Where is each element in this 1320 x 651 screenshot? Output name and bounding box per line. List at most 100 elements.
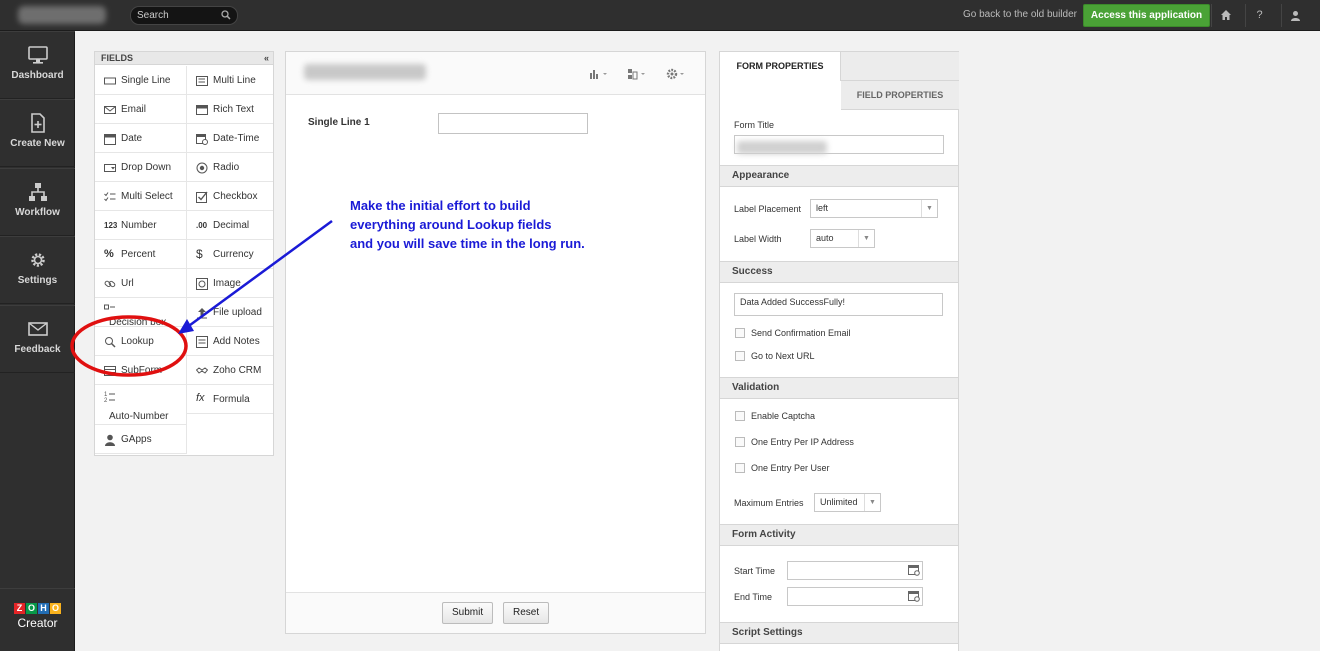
left-navigation: Dashboard Create New Workflow Settings F… bbox=[0, 31, 75, 651]
user-icon bbox=[105, 434, 115, 446]
tab-field-properties[interactable]: FIELD PROPERTIES bbox=[841, 81, 959, 110]
help-icon[interactable]: ? bbox=[1245, 4, 1273, 27]
success-header[interactable]: Success bbox=[720, 261, 958, 283]
field-date-time[interactable]: Date-Time bbox=[187, 124, 273, 153]
layout-icon[interactable] bbox=[627, 68, 651, 82]
chevron-down-icon: ▼ bbox=[921, 200, 937, 217]
notes-icon bbox=[196, 336, 208, 348]
link-icon bbox=[104, 280, 116, 288]
captcha-checkbox[interactable] bbox=[735, 411, 745, 421]
success-message-textarea[interactable]: Data Added SuccessFully! bbox=[734, 293, 943, 316]
annotation-line: everything around Lookup fields bbox=[350, 217, 552, 232]
appearance-header[interactable]: Appearance bbox=[720, 165, 958, 187]
field-number[interactable]: 123 Number bbox=[95, 211, 187, 240]
nav-settings[interactable]: Settings bbox=[0, 236, 75, 304]
svg-text:2: 2 bbox=[104, 398, 108, 402]
gear-icon bbox=[30, 253, 45, 267]
label-width-select[interactable]: auto ▼ bbox=[810, 229, 875, 248]
search-icon[interactable] bbox=[221, 10, 231, 20]
per-ip-checkbox[interactable] bbox=[735, 437, 745, 447]
formula-icon: fx bbox=[196, 392, 205, 404]
annotation-line: Make the initial effort to build bbox=[350, 198, 531, 213]
max-entries-select[interactable]: Unlimited ▼ bbox=[814, 493, 881, 512]
access-application-button[interactable]: Access this application bbox=[1083, 4, 1210, 27]
field-url[interactable]: Url bbox=[95, 269, 187, 298]
field-label: Add Notes bbox=[213, 336, 260, 347]
form-activity-header[interactable]: Form Activity bbox=[720, 524, 958, 546]
envelope-icon bbox=[27, 322, 48, 336]
start-time-input[interactable] bbox=[787, 561, 923, 580]
field-label: Zoho CRM bbox=[213, 365, 262, 376]
field-percent[interactable]: % Percent bbox=[95, 240, 187, 269]
field-subform[interactable]: SubForm bbox=[95, 356, 187, 385]
zoho-creator-logo[interactable]: Z O H O Creator bbox=[0, 588, 75, 651]
calendar-icon[interactable] bbox=[908, 564, 920, 576]
send-email-checkbox[interactable] bbox=[735, 328, 745, 338]
field-label: Image bbox=[213, 278, 241, 289]
field-currency[interactable]: $ Currency bbox=[187, 240, 273, 269]
reset-button[interactable]: Reset bbox=[503, 602, 550, 624]
field-auto-number[interactable]: 12 Auto-Number bbox=[95, 385, 187, 425]
field-checkbox[interactable]: Checkbox bbox=[187, 182, 273, 211]
form-canvas: Single Line 1 Submit Reset bbox=[285, 51, 706, 634]
field-drop-down[interactable]: Drop Down bbox=[95, 153, 187, 182]
field-label: Date bbox=[121, 133, 143, 144]
nav-feedback[interactable]: Feedback bbox=[0, 305, 75, 373]
upload-icon bbox=[197, 308, 207, 319]
end-time-input[interactable] bbox=[787, 587, 923, 606]
nav-dashboard[interactable]: Dashboard bbox=[0, 31, 75, 99]
field-date[interactable]: Date bbox=[95, 124, 187, 153]
submit-button[interactable]: Submit bbox=[442, 602, 494, 624]
app-logo[interactable] bbox=[18, 6, 106, 24]
field-decimal[interactable]: .00 Decimal bbox=[187, 211, 273, 240]
field-label: SubForm bbox=[121, 365, 163, 376]
nav-workflow[interactable]: Workflow bbox=[0, 168, 75, 236]
per-user-checkbox[interactable] bbox=[735, 463, 745, 473]
field-add-notes[interactable]: Add Notes bbox=[187, 327, 273, 356]
field-formula[interactable]: fx Formula bbox=[187, 385, 273, 414]
field-radio[interactable]: Radio bbox=[187, 153, 273, 182]
calendar-icon[interactable] bbox=[908, 590, 920, 602]
label-placement-select[interactable]: left ▼ bbox=[810, 199, 938, 218]
nav-create-new[interactable]: Create New bbox=[0, 99, 75, 167]
field-file-upload[interactable]: File upload bbox=[187, 298, 273, 327]
field-label: Url bbox=[121, 278, 134, 289]
field-label: Multi Line bbox=[213, 75, 256, 86]
validation-header[interactable]: Validation bbox=[720, 377, 958, 399]
home-icon[interactable] bbox=[1211, 4, 1239, 27]
field-gapps[interactable]: GApps bbox=[95, 425, 187, 454]
next-url-checkbox[interactable] bbox=[735, 351, 745, 361]
field-lookup[interactable]: Lookup bbox=[95, 327, 187, 356]
chevron-down-icon: ▼ bbox=[858, 230, 874, 247]
image-icon bbox=[196, 278, 208, 290]
search-box[interactable]: Search bbox=[130, 6, 238, 25]
chart-icon[interactable] bbox=[589, 68, 613, 82]
field-label: File upload bbox=[213, 307, 262, 318]
field-label: Checkbox bbox=[213, 191, 258, 202]
nav-label: Workflow bbox=[15, 207, 60, 218]
date-time-icon bbox=[196, 134, 208, 145]
field-rich-text[interactable]: Rich Text bbox=[187, 95, 273, 124]
field-zoho-crm[interactable]: Zoho CRM bbox=[187, 356, 273, 385]
old-builder-link[interactable]: Go back to the old builder bbox=[963, 9, 1077, 20]
tab-bar-fill bbox=[841, 52, 959, 81]
field-label: Email bbox=[121, 104, 147, 115]
single-line-input[interactable] bbox=[438, 113, 588, 134]
field-multi-select[interactable]: Multi Select bbox=[95, 182, 187, 211]
field-multi-line[interactable]: Multi Line bbox=[187, 66, 273, 95]
tab-form-properties[interactable]: FORM PROPERTIES bbox=[720, 52, 841, 81]
label-placement-value: left bbox=[816, 203, 829, 213]
field-single-line[interactable]: Single Line bbox=[95, 66, 187, 95]
user-icon[interactable] bbox=[1281, 4, 1309, 27]
field-label: Single Line bbox=[121, 75, 171, 86]
dollar-icon: $ bbox=[196, 247, 203, 261]
collapse-icon[interactable]: « bbox=[264, 52, 269, 65]
field-email[interactable]: Email bbox=[95, 95, 187, 124]
field-decision-box[interactable]: Decision box bbox=[95, 298, 187, 327]
gear-icon[interactable] bbox=[666, 68, 690, 82]
fields-title: FIELDS bbox=[101, 53, 134, 63]
chevron-down-icon: ▼ bbox=[864, 494, 880, 511]
field-image[interactable]: Image bbox=[187, 269, 273, 298]
script-settings-header[interactable]: Script Settings bbox=[720, 622, 958, 644]
search-input[interactable]: Search bbox=[137, 10, 169, 21]
